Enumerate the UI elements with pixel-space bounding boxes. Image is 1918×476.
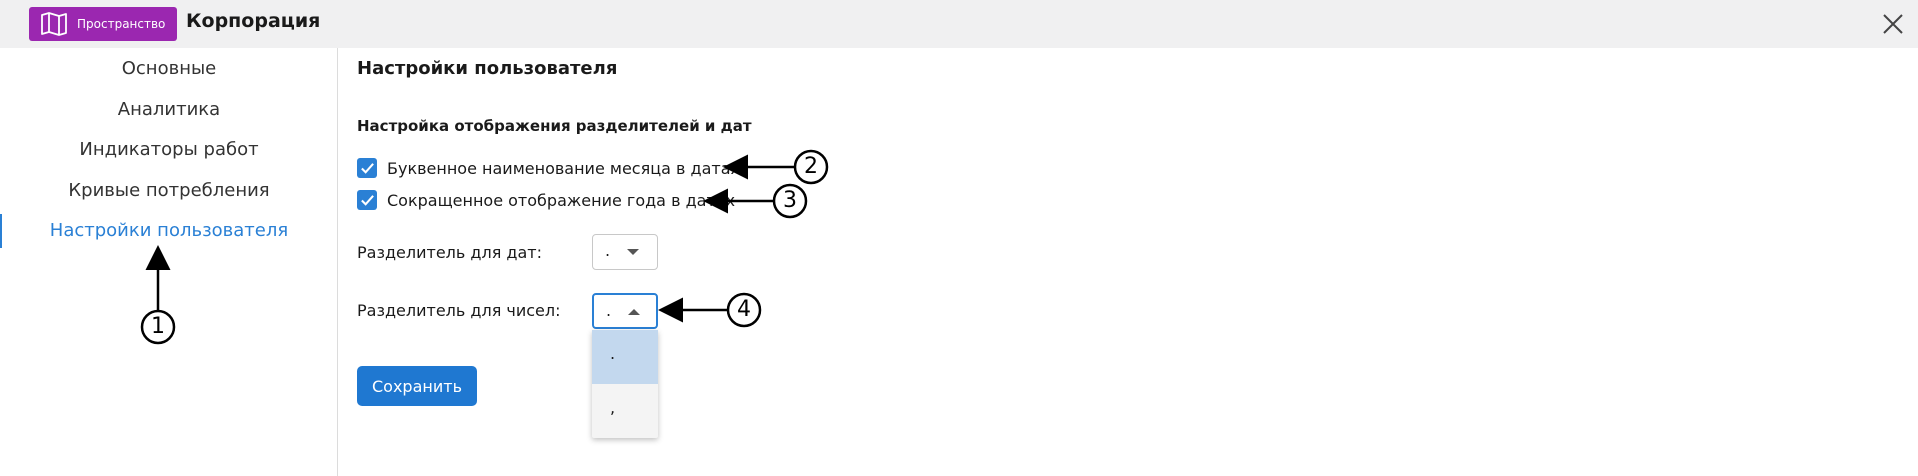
page-title: Настройки пользователя	[357, 58, 618, 79]
callout-number-3: 3	[783, 188, 797, 213]
date-separator-label: Разделитель для дат:	[357, 243, 542, 262]
dropdown-option-label: ,	[610, 398, 616, 417]
number-separator-select[interactable]: .	[592, 293, 658, 329]
top-bar: Пространство Корпорация	[0, 0, 1918, 48]
month-name-checkbox[interactable]	[357, 158, 377, 178]
map-icon	[41, 12, 67, 36]
number-separator-dropdown: . ,	[592, 330, 658, 438]
sidebar-item-analytics[interactable]: Аналитика	[0, 89, 338, 129]
number-separator-value: .	[606, 301, 612, 320]
callout-number-1: 1	[151, 314, 165, 339]
check-icon	[360, 162, 374, 174]
app-title: Корпорация	[186, 10, 321, 32]
chevron-up-icon	[628, 309, 640, 315]
checkbox-row-short-year: Сокращенное отображение года в датах	[357, 190, 735, 210]
sidebar: Основные Аналитика Индикаторы работ Крив…	[0, 48, 338, 476]
close-icon[interactable]	[1880, 11, 1906, 37]
section-title: Настройка отображения разделителей и дат	[357, 117, 752, 135]
callout-number-4: 4	[737, 297, 751, 322]
check-icon	[360, 194, 374, 206]
chevron-down-icon	[627, 249, 639, 255]
date-separator-value: .	[605, 241, 611, 260]
callout-number-2: 2	[804, 154, 818, 179]
save-button[interactable]: Сохранить	[357, 366, 477, 406]
dropdown-option-dot[interactable]: .	[592, 330, 658, 384]
sidebar-item-user-settings[interactable]: Настройки пользователя	[0, 210, 338, 250]
sidebar-item-basic[interactable]: Основные	[0, 48, 338, 88]
month-name-label: Буквенное наименование месяца в датах	[387, 158, 740, 178]
dropdown-option-comma[interactable]: ,	[592, 384, 658, 438]
workspace-badge-label: Пространство	[77, 17, 166, 31]
number-separator-label: Разделитель для чисел:	[357, 301, 561, 320]
checkbox-row-month-name: Буквенное наименование месяца в датах	[357, 158, 740, 178]
dropdown-option-label: .	[610, 344, 616, 363]
short-year-checkbox[interactable]	[357, 190, 377, 210]
short-year-label: Сокращенное отображение года в датах	[387, 190, 736, 210]
sidebar-item-work-indicators[interactable]: Индикаторы работ	[0, 129, 338, 169]
date-separator-select[interactable]: .	[592, 234, 658, 270]
sidebar-item-consumption-curves[interactable]: Кривые потребления	[0, 170, 338, 210]
workspace-badge[interactable]: Пространство	[29, 7, 177, 41]
